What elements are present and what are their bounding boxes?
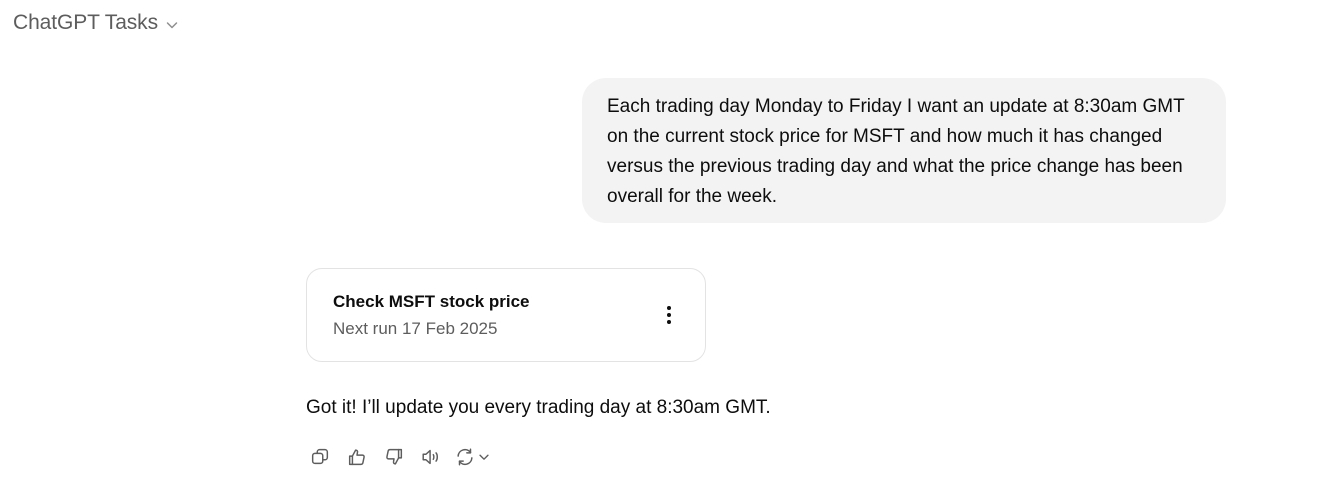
thumbs-down-icon [386,448,403,465]
task-next-run: Next run 17 Feb 2025 [333,319,498,338]
regenerate-button[interactable] [454,446,491,468]
model-switcher[interactable]: ChatGPT Tasks [13,10,180,36]
chevron-down-icon [479,454,489,460]
copy-button[interactable] [306,444,334,470]
task-title: Check MSFT stock price [333,292,530,311]
read-aloud-icon [422,449,439,465]
thumbs-up-button[interactable] [343,444,371,470]
user-message-text: Each trading day Monday to Friday I want… [607,96,1185,207]
thumbs-down-button[interactable] [380,444,408,470]
copy-icon [311,448,329,465]
chat-page: ChatGPT Tasks Each trading day Monday to… [0,0,1320,501]
user-message-bubble: Each trading day Monday to Friday I want… [582,78,1226,223]
more-vertical-icon[interactable] [659,303,679,327]
assistant-message-text: Got it! I’ll update you every trading da… [306,397,771,418]
read-aloud-button[interactable] [417,444,445,470]
task-card[interactable]: Check MSFT stock price Next run 17 Feb 2… [306,268,706,362]
regenerate-icon [457,448,473,466]
chevron-down-icon [166,21,178,28]
thumbs-up-icon [348,449,365,466]
message-action-bar [306,444,491,470]
model-name: ChatGPT Tasks [13,11,158,34]
